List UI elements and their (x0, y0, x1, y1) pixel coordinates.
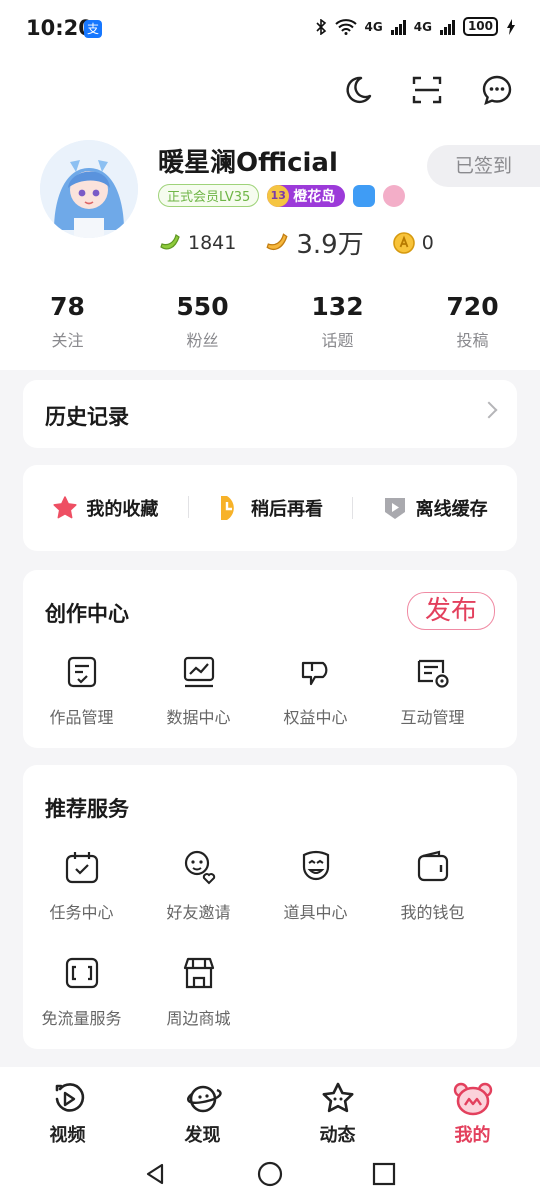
data-center[interactable]: 数据中心 (140, 654, 257, 728)
island-name: 橙花岛 (293, 188, 336, 205)
recents-icon[interactable] (369, 1159, 399, 1189)
scan-icon[interactable] (407, 70, 447, 110)
stat-following[interactable]: 78 关注 (0, 292, 135, 351)
nav-mine[interactable]: 我的 (405, 1067, 540, 1147)
publish-button[interactable]: 发布 (407, 592, 495, 630)
task-center[interactable]: 任务中心 (23, 849, 140, 923)
chart-icon (140, 654, 257, 690)
alipay-icon: 支 (84, 20, 102, 38)
battery-icon: 100 (462, 17, 498, 36)
friend-invite[interactable]: 好友邀请 (140, 849, 257, 923)
gold-banana-count[interactable]: 3.9万 (264, 224, 364, 261)
bear-icon (405, 1081, 540, 1117)
watch-later-icon (217, 494, 243, 522)
status-indicators: 4G 4G 100 (315, 17, 516, 36)
banana-count[interactable]: 1841 (158, 231, 236, 255)
services-grid-row1: 任务中心 好友邀请 道具中心 我的钱包 (23, 849, 517, 923)
wallet-icon (374, 849, 491, 885)
creation-center-card: 创作中心 发布 作品管理 数据中心 权益中心 互动管理 (23, 570, 517, 748)
shop-icon (140, 955, 257, 991)
creation-grid: 作品管理 数据中心 权益中心 互动管理 (23, 654, 517, 728)
planet-icon (135, 1081, 270, 1117)
works-icon (23, 654, 140, 690)
works-management[interactable]: 作品管理 (23, 654, 140, 728)
username[interactable]: 暖星澜Official (158, 142, 338, 179)
video-icon (0, 1081, 135, 1117)
services-grid-row2: 免流量服务 周边商城 (23, 955, 517, 1029)
watch-later-button[interactable]: 稍后再看 (187, 494, 353, 522)
assets-row: 1841 3.9万 0 (158, 224, 462, 261)
chevron-right-icon (480, 401, 498, 419)
coin-icon (392, 231, 415, 254)
status-time: 10:20 (26, 16, 93, 40)
gold-banana-icon (266, 232, 288, 250)
trophy-icon[interactable] (383, 184, 406, 207)
interaction-icon (374, 654, 491, 690)
favorites-button[interactable]: 我的收藏 (23, 495, 188, 521)
back-icon[interactable] (140, 1159, 170, 1189)
offline-cache-button[interactable]: 离线缓存 (352, 495, 517, 521)
benefit-icon (257, 654, 374, 690)
bottom-nav: 视频 发现 动态 我的 (0, 1067, 540, 1147)
merch-shop[interactable]: 周边商城 (140, 955, 257, 1029)
member-badge[interactable]: 正式会员LV35 (158, 184, 260, 207)
task-icon (23, 849, 140, 885)
nav-discover[interactable]: 发现 (135, 1067, 270, 1147)
star-icon (52, 495, 78, 521)
signal-icon-2 (439, 19, 455, 35)
stat-fans[interactable]: 550 粉丝 (135, 292, 270, 351)
checkin-button[interactable]: 已签到 (427, 145, 540, 187)
charging-icon (507, 18, 515, 35)
network-4g: 4G (364, 19, 383, 34)
history-card[interactable]: 历史记录 (23, 380, 517, 448)
history-title: 历史记录 (45, 405, 129, 429)
island-level: 13 (267, 184, 290, 207)
signal-icon (390, 19, 406, 35)
services-title: 推荐服务 (45, 797, 129, 821)
banana-icon (160, 233, 180, 249)
services-card: 推荐服务 任务中心 好友邀请 道具中心 我的钱包 免流量服务 周边商城 (23, 765, 517, 1049)
stat-submissions[interactable]: 720 投稿 (405, 292, 540, 351)
wifi-icon (334, 18, 357, 35)
moon-icon[interactable] (337, 70, 377, 110)
stats-row: 78 关注 550 粉丝 132 话题 720 投稿 (0, 292, 540, 351)
download-icon (382, 495, 408, 521)
island-badge[interactable]: 13 橙花岛 (267, 184, 346, 207)
system-nav-bar (0, 1147, 540, 1200)
badge-row: 正式会员LV35 13 橙花岛 (158, 184, 406, 207)
my-wallet[interactable]: 我的钱包 (374, 849, 491, 923)
nav-feed[interactable]: 动态 (270, 1067, 405, 1147)
invite-icon (140, 849, 257, 885)
free-data-service[interactable]: 免流量服务 (23, 955, 140, 1029)
network-4g-2: 4G (413, 19, 432, 34)
home-icon[interactable] (255, 1159, 285, 1189)
status-bar: 10:20 支 4G 4G 100 (0, 0, 540, 58)
message-icon[interactable] (477, 70, 517, 110)
quick-actions-card: 我的收藏 稍后再看 离线缓存 (23, 465, 517, 551)
benefit-center[interactable]: 权益中心 (257, 654, 374, 728)
bluetooth-icon (315, 18, 326, 35)
free-data-icon (23, 955, 140, 991)
interaction-management[interactable]: 互动管理 (374, 654, 491, 728)
props-center[interactable]: 道具中心 (257, 849, 374, 923)
props-icon (257, 849, 374, 885)
star-face-icon (270, 1081, 405, 1117)
avatar[interactable] (40, 140, 138, 238)
coin-count[interactable]: 0 (392, 231, 434, 255)
creation-center-title: 创作中心 (45, 602, 129, 626)
nav-video[interactable]: 视频 (0, 1067, 135, 1147)
stat-topics[interactable]: 132 话题 (270, 292, 405, 351)
verified-shield-icon[interactable] (353, 184, 376, 207)
